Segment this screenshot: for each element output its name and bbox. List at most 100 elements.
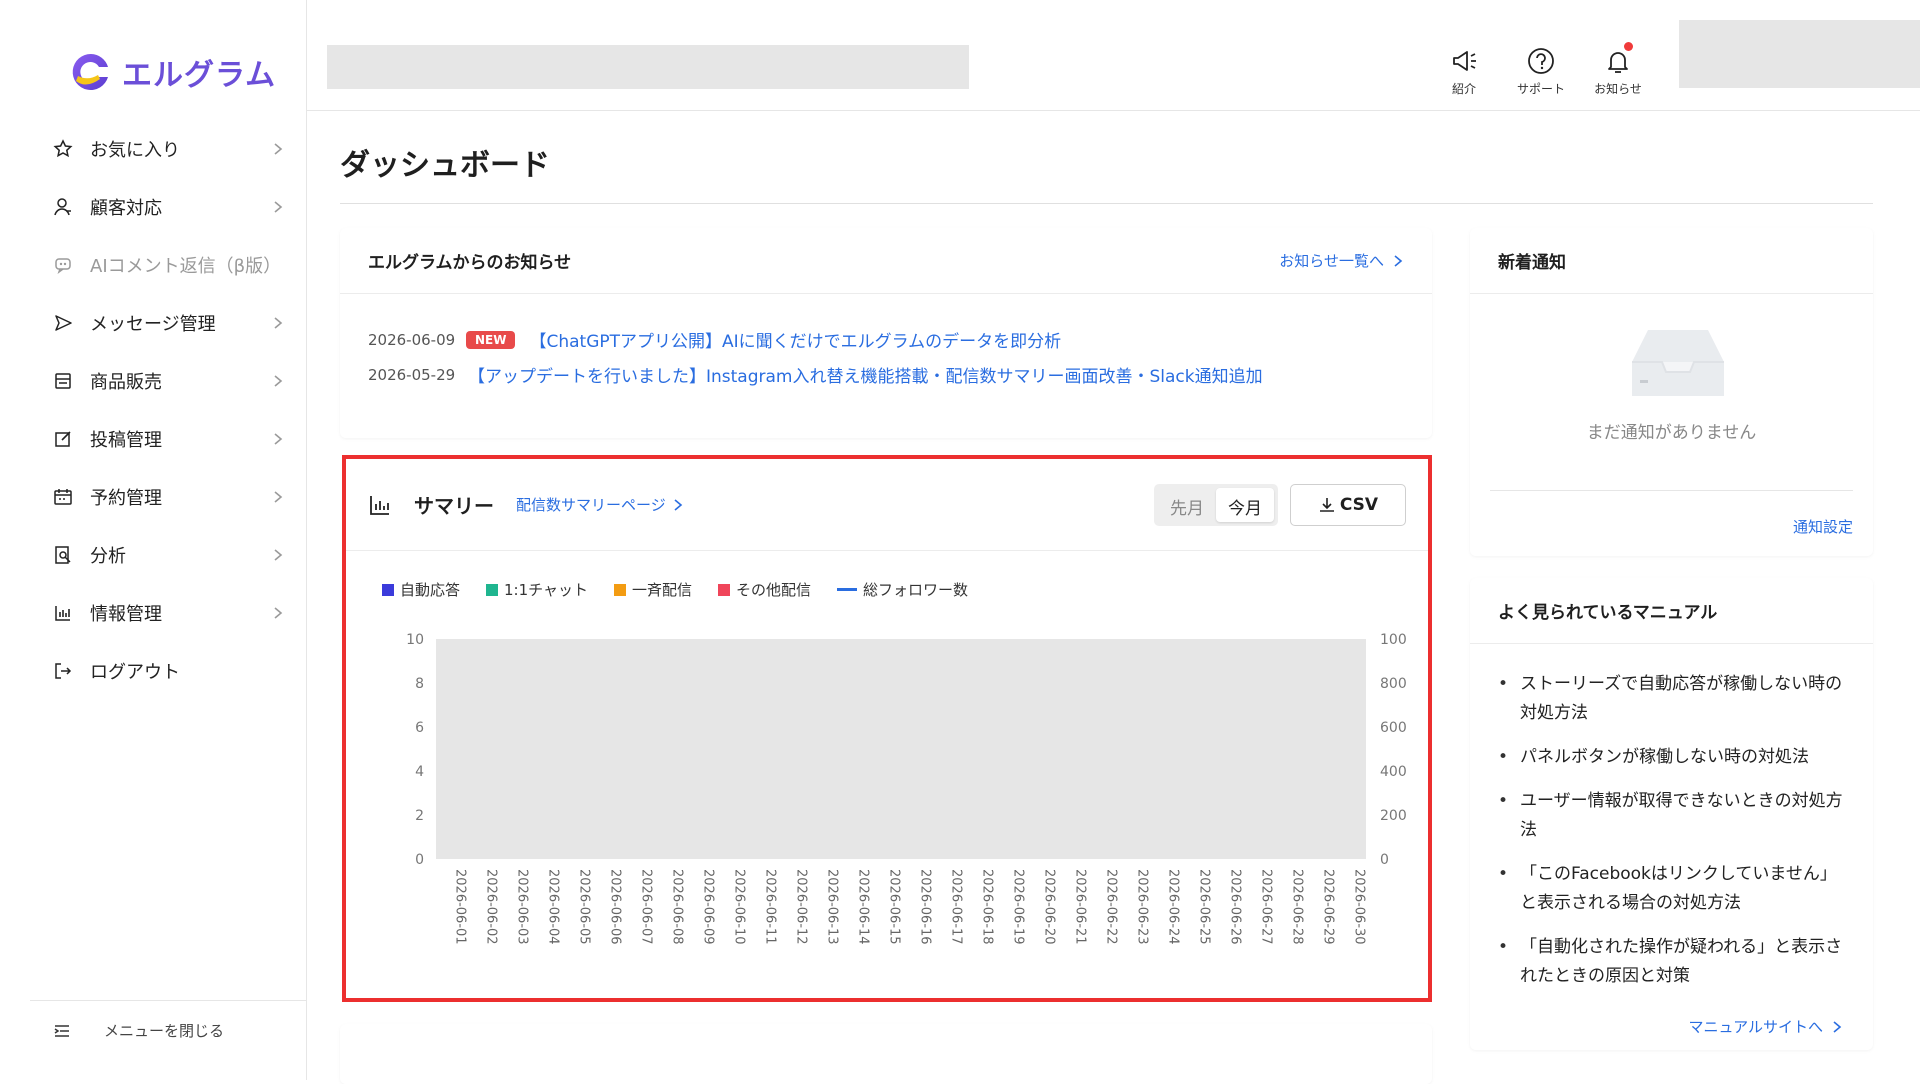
sidebar-item-sales[interactable]: 商品販売 [0, 352, 307, 410]
manuals-header: よく見られているマニュアル [1470, 578, 1873, 644]
manual-link[interactable]: ユーザー情報が取得できないときの対処方法 [1498, 787, 1845, 845]
notice-link[interactable]: 【ChatGPTアプリ公開】AIに聞くだけでエルグラムのデータを即分析 [529, 327, 1061, 352]
summary-page-link[interactable]: 配信数サマリーページ [516, 494, 684, 515]
user-menu-placeholder[interactable] [1679, 20, 1920, 88]
x-axis-tick-label: 2026-06-17 [949, 869, 964, 945]
legend-label: 1:1チャット [504, 581, 589, 599]
x-axis-tick-label: 2026-06-04 [546, 869, 561, 945]
manual-list: ストーリーズで自動応答が稼働しない時の対処方法 パネルボタンが稼働しない時の対処… [1470, 644, 1873, 991]
manual-link[interactable]: パネルボタンが稼働しない時の対処法 [1498, 743, 1845, 772]
sidebar-item-customer[interactable]: 顧客対応 [0, 178, 307, 236]
legend-label: 一斉配信 [632, 581, 693, 599]
sidebar-item-ai-comment[interactable]: AIコメント返信（β版） [0, 236, 307, 294]
x-axis-tick-label: 2026-06-15 [887, 869, 902, 945]
notice-list-label: お知らせ一覧へ [1279, 252, 1384, 270]
legend-item[interactable]: 自動応答 [382, 579, 460, 600]
sidebar-item-label: 投稿管理 [90, 430, 162, 451]
menu-collapse-icon [54, 1024, 69, 1037]
collapse-menu-label: メニューを閉じる [104, 1022, 225, 1040]
x-axis-tick-label: 2026-06-19 [1011, 869, 1026, 945]
month-toggle: 先月 今月 [1154, 483, 1278, 526]
download-icon [1319, 497, 1334, 512]
manuals-card: よく見られているマニュアル ストーリーズで自動応答が稼働しない時の対処方法 パネ… [1470, 578, 1873, 1050]
help-icon [1528, 48, 1554, 74]
legend-swatch [718, 583, 731, 596]
logo-text: エルグラム [122, 58, 277, 93]
chevron-right-icon [1394, 254, 1403, 267]
summary-header: サマリー 配信数サマリーページ 先月 今月 CSV [346, 459, 1428, 551]
collapse-menu-button[interactable]: メニューを閉じる [30, 1000, 307, 1060]
y2-axis-tick-label: 800 [1380, 676, 1406, 692]
legend-item[interactable]: 1:1チャット [486, 579, 588, 600]
sidebar: エルグラム お気に入り 顧客対応 AIコメント返信（β版） メッセージ管理 商品… [0, 0, 307, 1080]
chevron-right-icon [274, 491, 283, 503]
sidebar-item-reservations[interactable]: 予約管理 [0, 468, 307, 526]
user-icon [52, 196, 74, 218]
summary-card: サマリー 配信数サマリーページ 先月 今月 CSV 自動応答 1:1チャット 一… [342, 455, 1432, 1002]
manual-site-link[interactable]: マニュアルサイトへ [1688, 1016, 1843, 1037]
x-axis-tick-label: 2026-06-01 [453, 869, 468, 945]
legend-item[interactable]: 一斉配信 [614, 579, 692, 600]
sidebar-item-analysis[interactable]: 分析 [0, 526, 307, 584]
csv-download-button[interactable]: CSV [1290, 483, 1406, 526]
manual-link[interactable]: 「このFacebookはリンクしていません」と表示される場合の対処方法 [1498, 860, 1845, 918]
sidebar-item-favorites[interactable]: お気に入り [0, 120, 307, 178]
notice-label: お知らせ [1594, 82, 1642, 96]
notice-link[interactable]: 【アップデートを行いました】Instagram入れ替え機能搭載・配信数サマリー画… [468, 362, 1263, 387]
x-axis-tick-label: 2026-06-22 [1104, 869, 1119, 945]
edit-icon [52, 428, 74, 450]
legend-item[interactable]: その他配信 [718, 579, 811, 600]
sidebar-item-label: 分析 [90, 546, 126, 567]
chevron-right-icon [274, 375, 283, 387]
x-axis-tick-label: 2026-06-02 [484, 869, 499, 945]
manual-link[interactable]: 「自動化された操作が疑われる」と表示されたときの原因と対策 [1498, 933, 1845, 991]
chevron-right-icon [274, 433, 283, 445]
x-axis-tick-label: 2026-06-21 [1073, 869, 1088, 945]
legend-label: 自動応答 [400, 581, 461, 599]
legend-label: 総フォロワー数 [863, 581, 969, 599]
x-axis-tick-label: 2026-06-30 [1352, 869, 1367, 945]
notification-settings-link[interactable]: 通知設定 [1793, 516, 1853, 537]
y2-axis-tick-label: 200 [1380, 808, 1406, 824]
notice-date: 2026-05-29 [368, 365, 456, 384]
sidebar-item-messages[interactable]: メッセージ管理 [0, 294, 307, 352]
notice-list-link[interactable]: お知らせ一覧へ [1279, 250, 1404, 271]
sidebar-nav: お気に入り 顧客対応 AIコメント返信（β版） メッセージ管理 商品販売 投稿管… [0, 120, 307, 700]
sidebar-item-info[interactable]: 情報管理 [0, 584, 307, 642]
account-selector-placeholder[interactable] [327, 45, 969, 89]
manual-link[interactable]: ストーリーズで自動応答が稼働しない時の対処方法 [1498, 670, 1845, 728]
sidebar-item-label: お気に入り [90, 140, 180, 161]
x-axis-tick-label: 2026-06-06 [608, 869, 623, 945]
prev-month-tab[interactable]: 先月 [1158, 488, 1216, 522]
notice-header: エルグラムからのお知らせ お知らせ一覧へ [340, 228, 1432, 294]
sidebar-item-label: 予約管理 [90, 488, 162, 509]
legend-item[interactable]: 総フォロワー数 [837, 579, 968, 600]
this-month-tab[interactable]: 今月 [1216, 487, 1274, 522]
legend-swatch [486, 583, 499, 596]
new-notifications-card: 新着通知 まだ通知がありません 通知設定 [1470, 228, 1873, 556]
megaphone-icon [1453, 51, 1476, 71]
notice-item: 2026-06-09 NEW 【ChatGPTアプリ公開】AIに聞くだけでエルグ… [368, 322, 1404, 357]
y-axis-tick-label: 8 [415, 676, 424, 692]
y-axis-tick-label: 0 [415, 852, 424, 868]
support-button[interactable]: サポート [1506, 46, 1576, 97]
app-logo[interactable]: エルグラム [70, 50, 276, 94]
notice-item: 2026-05-29 【アップデートを行いました】Instagram入れ替え機能… [368, 357, 1404, 392]
sidebar-item-label: メッセージ管理 [90, 314, 216, 335]
sidebar-item-logout[interactable]: ログアウト [0, 642, 307, 700]
x-axis-tick-label: 2026-06-05 [577, 869, 592, 945]
x-axis-tick-label: 2026-06-03 [515, 869, 530, 945]
intro-button[interactable]: 紹介 [1429, 46, 1499, 97]
sidebar-item-posts[interactable]: 投稿管理 [0, 410, 307, 468]
y-axis-tick-label: 4 [415, 764, 424, 780]
notice-card: エルグラムからのお知らせ お知らせ一覧へ 2026-06-09 NEW 【Cha… [340, 228, 1432, 438]
star-icon [52, 138, 74, 160]
ai-icon [52, 254, 74, 276]
summary-page-label: 配信数サマリーページ [516, 496, 666, 514]
chevron-right-icon [274, 201, 283, 213]
legend-line-swatch [837, 588, 858, 591]
x-axis-tick-label: 2026-06-10 [732, 869, 747, 945]
plot-area [436, 639, 1366, 859]
notice-button[interactable]: お知らせ [1583, 42, 1653, 97]
y2-axis-tick-label: 400 [1380, 764, 1406, 780]
